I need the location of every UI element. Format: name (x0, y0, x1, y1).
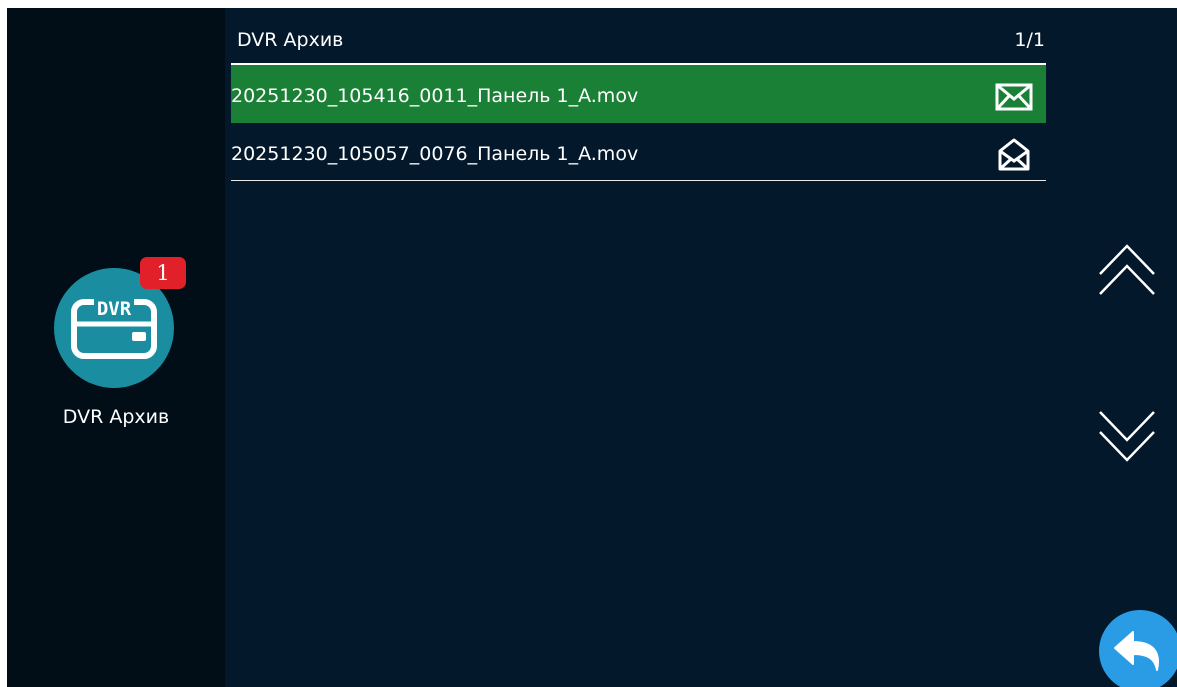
envelope-open-icon (998, 138, 1030, 171)
notification-badge: 1 (140, 257, 186, 289)
file-row-selected[interactable]: 20251230_105416_0011_Панель 1_A.mov (231, 65, 1046, 123)
back-arrow-icon (1114, 631, 1159, 671)
dvr-icon-text: DVR (97, 298, 132, 320)
file-list: 20251230_105416_0011_Панель 1_A.mov 2025… (231, 65, 1046, 181)
double-chevron-down-icon (1099, 411, 1155, 462)
dvr-archive-screen: DVR 1 DVR Архив DVR Архив 1/1 20251230_1… (7, 8, 1177, 687)
file-name: 20251230_105416_0011_Панель 1_A.mov (231, 85, 639, 107)
file-name: 20251230_105057_0076_Панель 1_A.mov (231, 143, 639, 165)
scroll-down-button[interactable] (1094, 404, 1160, 470)
envelope-closed-icon (995, 83, 1033, 111)
file-row[interactable]: 20251230_105057_0076_Панель 1_A.mov (231, 123, 1046, 181)
back-button[interactable] (1099, 610, 1177, 687)
page-title: DVR Архив (237, 29, 344, 51)
sidebar: DVR 1 DVR Архив (7, 8, 225, 687)
page-counter: 1/1 (1014, 29, 1045, 51)
scroll-up-button[interactable] (1094, 236, 1160, 302)
sidebar-app-label: DVR Архив (62, 406, 170, 428)
double-chevron-up-icon (1099, 244, 1155, 295)
